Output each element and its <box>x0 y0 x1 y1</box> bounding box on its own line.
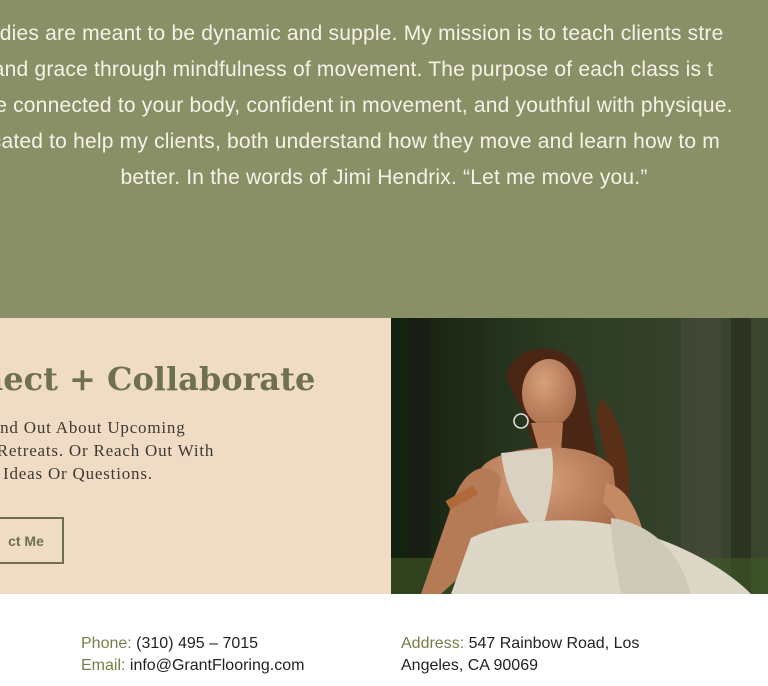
yoga-photo <box>391 318 768 594</box>
email-link[interactable]: info@GrantFlooring.com <box>130 657 305 674</box>
site-footer: Phone: (310) 495 – 7015 Email: info@Gran… <box>0 594 768 686</box>
phone-link[interactable]: (310) 495 – 7015 <box>136 635 258 652</box>
connect-description: To Find Out About Upcoming And Retreats.… <box>0 416 280 485</box>
mission-text-line: better. In the words of Jimi Hendrix. “L… <box>120 166 648 189</box>
contact-info: Phone: (310) 495 – 7015 Email: info@Gran… <box>81 633 304 677</box>
phone-label: Phone: <box>81 635 132 652</box>
address-row: Address: 547 Rainbow Road, Los <box>401 633 661 655</box>
mission-section: bodies are meant to be dynamic and suppl… <box>0 0 768 318</box>
mission-text-line: re connected to your body, confident in … <box>0 94 733 117</box>
address-info: Address: 547 Rainbow Road, Los Angeles, … <box>401 633 661 677</box>
connect-text-line: To Find Out About Upcoming <box>0 418 186 437</box>
phone-row: Phone: (310) 495 – 7015 <box>81 633 304 655</box>
mission-text-line: ty and grace through mindfulness of move… <box>0 58 714 81</box>
mission-text-line: dicated to help my clients, both underst… <box>0 130 720 153</box>
connect-text-line: And Retreats. Or Reach Out With <box>0 441 215 460</box>
connect-section: nect + Collaborate To Find Out About Upc… <box>0 318 391 594</box>
connect-text-line: ation Ideas Or Questions. <box>0 464 153 483</box>
mission-text-line: bodies are meant to be dynamic and suppl… <box>0 22 724 45</box>
address-label: Address: <box>401 635 465 652</box>
address-line-1: 547 Rainbow Road, Los <box>468 635 640 652</box>
connect-title: nect + Collaborate <box>0 360 316 398</box>
email-row: Email: info@GrantFlooring.com <box>81 655 304 677</box>
email-label: Email: <box>81 657 126 674</box>
address-line-2: Angeles, CA 90069 <box>401 657 538 674</box>
contact-me-button[interactable]: ct Me <box>0 517 64 564</box>
